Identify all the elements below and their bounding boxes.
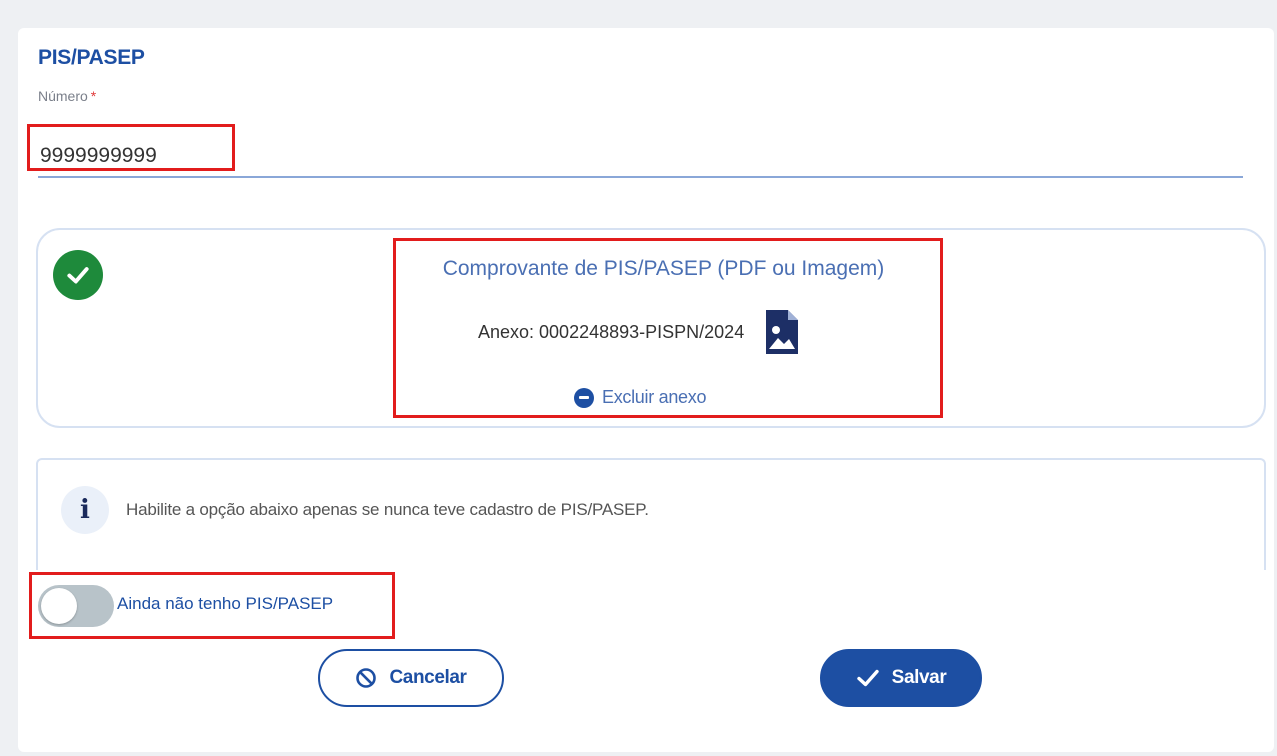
no-pis-toggle-label[interactable]: Ainda não tenho PIS/PASEP <box>117 594 333 614</box>
pis-pasep-card: PIS/PASEP Número* Comprovante de PIS/PAS… <box>18 28 1274 752</box>
remove-attachment-link[interactable]: Excluir anexo <box>574 387 706 408</box>
cancel-button[interactable]: Cancelar <box>318 649 504 707</box>
toggle-knob <box>41 588 77 624</box>
cancel-button-label: Cancelar <box>389 667 467 688</box>
image-file-icon[interactable] <box>764 308 800 356</box>
no-pis-toggle[interactable] <box>38 585 114 627</box>
attachment-box: Comprovante de PIS/PASEP (PDF ou Imagem)… <box>36 228 1266 428</box>
info-text: Habilite a opção abaixo apenas se nunca … <box>126 500 649 519</box>
prohibit-icon <box>355 667 377 689</box>
save-button-label: Salvar <box>891 667 947 688</box>
attachment-file-row: Anexo: 0002248893-PISPN/2024 <box>478 308 800 356</box>
minus-circle-icon <box>574 387 594 408</box>
attachment-file-name: Anexo: 0002248893-PISPN/2024 <box>478 321 745 342</box>
info-box: i Habilite a opção abaixo apenas se nunc… <box>36 458 1266 570</box>
info-icon: i <box>61 486 109 534</box>
section-title: PIS/PASEP <box>38 46 145 69</box>
remove-attachment-label: Excluir anexo <box>602 387 707 407</box>
pis-number-input[interactable] <box>38 136 1243 178</box>
attachment-title: Comprovante de PIS/PASEP (PDF ou Imagem) <box>442 257 885 280</box>
save-button[interactable]: Salvar <box>820 649 982 707</box>
checkmark-icon <box>856 667 880 689</box>
number-field-label: Número * <box>38 88 96 104</box>
required-mark: * <box>90 88 97 104</box>
number-label-text: Número <box>38 88 88 104</box>
